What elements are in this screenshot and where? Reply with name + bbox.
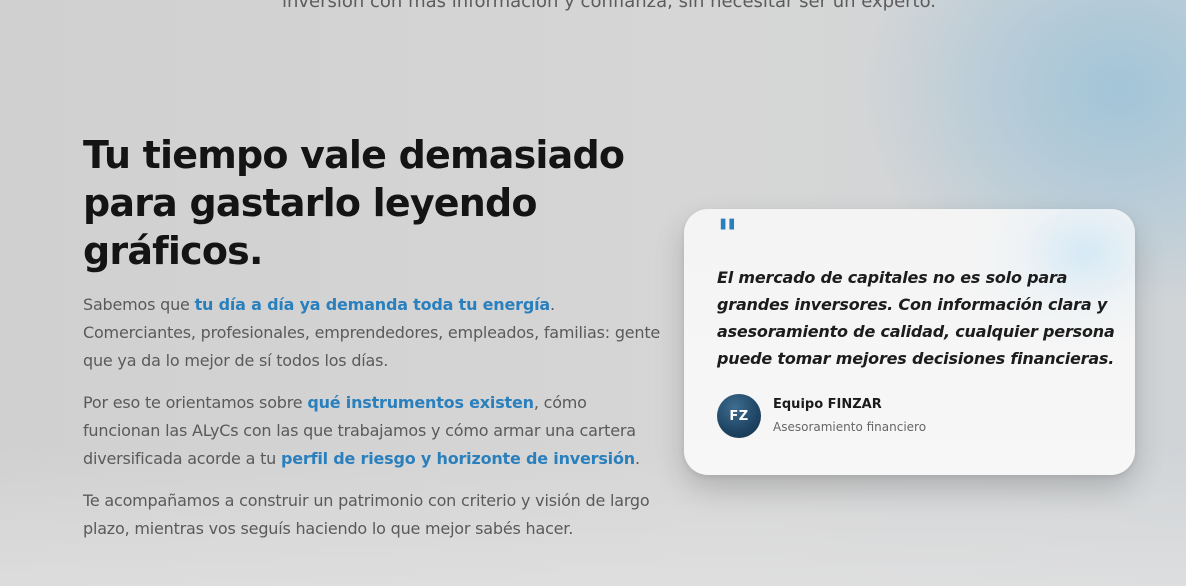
author-name: Equipo FINZAR (773, 397, 882, 412)
avatar: FZ (717, 394, 761, 438)
highlight-risk-profile: perfil de riesgo y horizonte de inversió… (280, 449, 635, 468)
author-info: Equipo FINZAR Asesoramiento financiero (773, 395, 926, 437)
paragraph-text: . (634, 449, 640, 468)
intro-tagline: inversión con más información y confianz… (281, 0, 937, 12)
highlight-energy: tu día a día ya demanda toda tu energía (194, 295, 551, 314)
testimonial-author: FZ Equipo FINZAR Asesoramiento financier… (717, 394, 926, 438)
testimonial-card: " El mercado de capitales no es solo par… (684, 209, 1135, 475)
paragraph-daily-life: Sabemos que tu día a día ya demanda toda… (83, 291, 663, 375)
testimonial-quote: El mercado de capitales no es solo para … (717, 268, 1115, 368)
quote-icon: " (717, 211, 738, 258)
paragraph-text: Por eso te orientamos sobre (83, 393, 308, 412)
paragraph-guidance: Por eso te orientamos sobre qué instrume… (83, 389, 663, 473)
paragraph-wealth: Te acompañamos a construir un patrimonio… (83, 491, 650, 538)
section-heading: Tu tiempo vale demasiado para gastarlo l… (83, 133, 625, 273)
highlight-instruments: qué instrumentos existen (307, 393, 534, 412)
author-role: Asesoramiento financiero (773, 420, 927, 434)
paragraph-text: Sabemos que (83, 295, 195, 314)
